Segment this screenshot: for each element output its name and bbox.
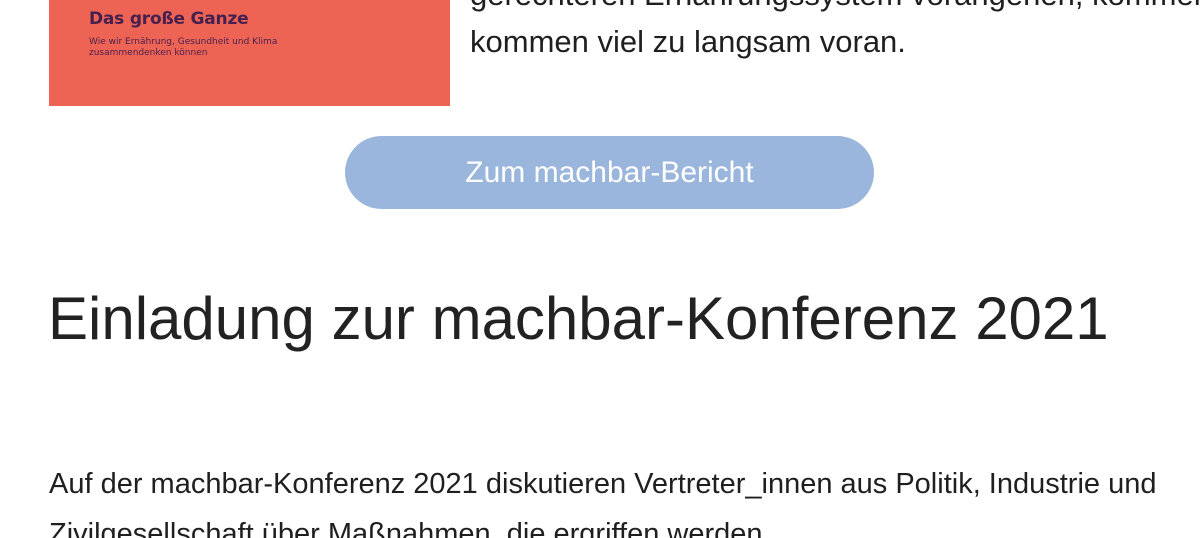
section-title: Einladung zur machbar-Konferenz 2021 (48, 285, 1109, 352)
report-cover-image[interactable]: Das große Ganze Wie wir Ernährung, Gesun… (49, 0, 450, 106)
cover-title: Das große Ganze (89, 9, 249, 29)
newsletter-page: Das große Ganze Wie wir Ernährung, Gesun… (0, 0, 1204, 538)
report-link-button-label: Zum machbar-Bericht (465, 155, 754, 189)
section-text: Auf der machbar-Konferenz 2021 diskutier… (49, 468, 1157, 538)
intro-text-line: kommen viel zu langsam voran. (470, 24, 906, 59)
cover-subtitle: Wie wir Ernährung, Gesundheit und Klima … (89, 37, 278, 58)
report-link-button[interactable]: Zum machbar-Bericht (345, 136, 874, 209)
intro-text-cut-line: gerechteren Ernährungssystem vorangehen,… (470, 0, 1204, 13)
